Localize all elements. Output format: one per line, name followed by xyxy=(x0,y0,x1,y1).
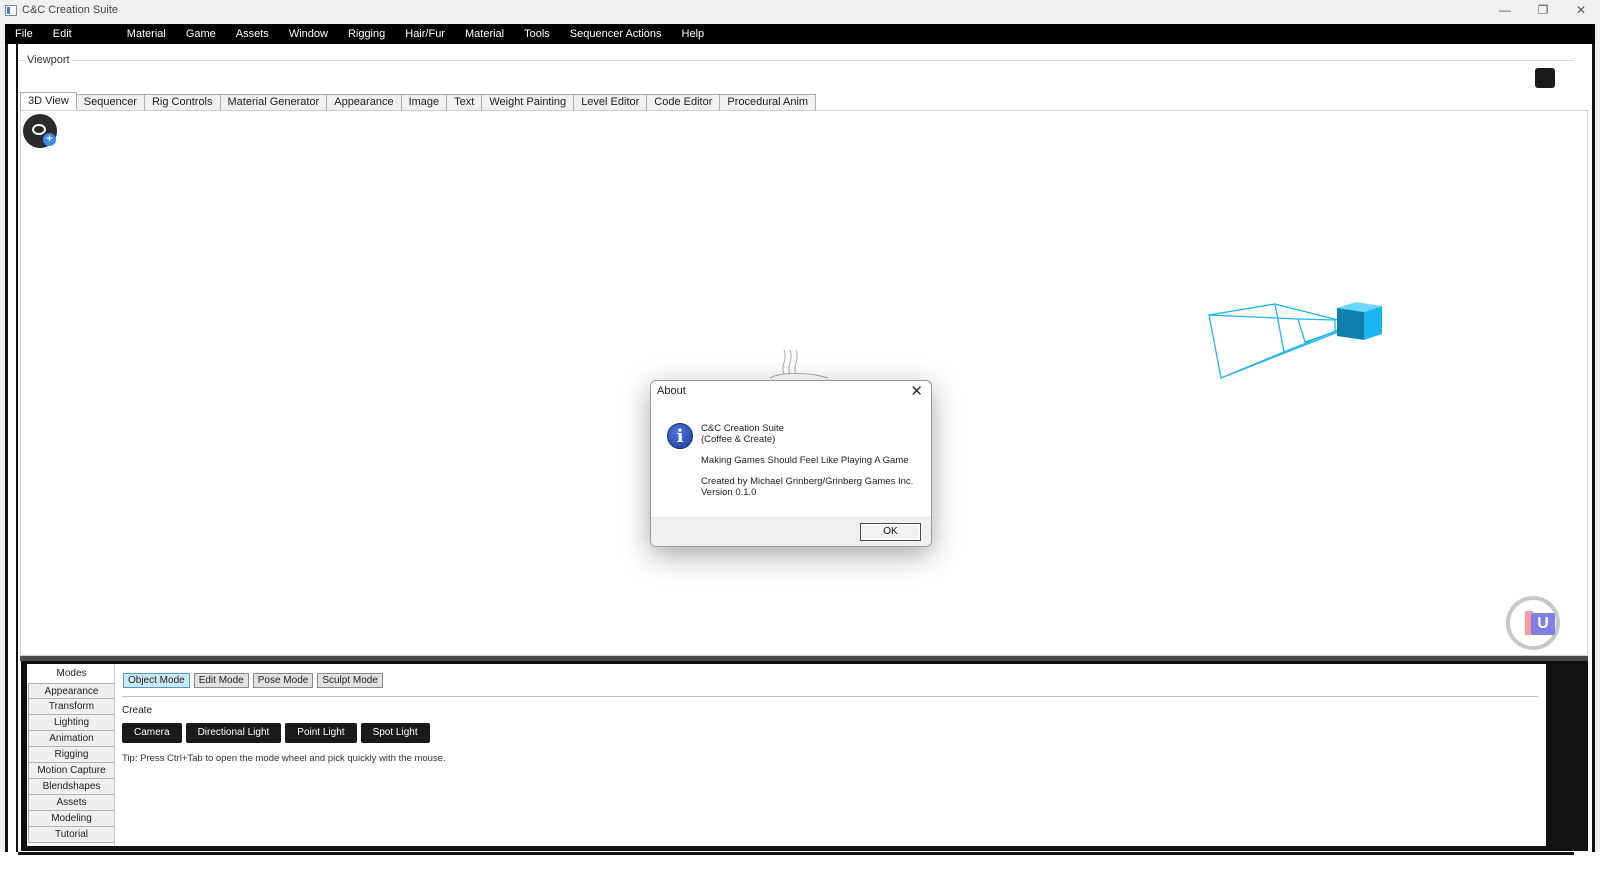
menu-game[interactable]: Game xyxy=(176,24,226,44)
viewport-tabs: 3D View Sequencer Rig Controls Material … xyxy=(20,92,817,111)
menu-hair-fur[interactable]: Hair/Fur xyxy=(395,24,455,44)
tab-sequencer[interactable]: Sequencer xyxy=(76,94,145,111)
dialog-subtitle: (Coffee & Create) xyxy=(701,434,776,445)
object-mode-button[interactable]: Object Mode xyxy=(123,673,190,688)
tab-rig-controls[interactable]: Rig Controls xyxy=(144,94,221,111)
viewport-label: Viewport xyxy=(25,54,72,66)
menu-help[interactable]: Help xyxy=(672,24,715,44)
side-tab-appearance[interactable]: Appearance xyxy=(28,683,115,699)
dialog-tagline: Making Games Should Feel Like Playing A … xyxy=(701,455,909,466)
dialog-close-icon[interactable]: ✕ xyxy=(910,382,923,400)
dialog-title: About xyxy=(657,385,686,397)
camera-icon xyxy=(32,124,46,135)
side-tab-lighting[interactable]: Lighting xyxy=(28,715,115,731)
create-spot-light-button[interactable]: Spot Light xyxy=(360,723,430,743)
dialog-credits: Created by Michael Grinberg/Grinberg Gam… xyxy=(701,476,914,487)
tip-text: Tip: Press Ctrl+Tab to open the mode whe… xyxy=(122,753,446,764)
side-tab-blendshapes[interactable]: Blendshapes xyxy=(28,779,115,795)
orientation-gizmo[interactable]: U xyxy=(1506,596,1560,650)
sculpt-mode-button[interactable]: Sculpt Mode xyxy=(317,673,383,688)
gizmo-up-face: U xyxy=(1531,613,1555,635)
side-tab-animation[interactable]: Animation xyxy=(28,731,115,747)
scene-camera-object[interactable] xyxy=(1200,290,1400,390)
bottom-border xyxy=(18,852,1574,855)
side-tab-motion-capture[interactable]: Motion Capture xyxy=(28,763,115,779)
maximize-button[interactable]: ❐ xyxy=(1524,0,1562,20)
menu-material[interactable]: Material xyxy=(117,24,176,44)
title-bar: C&C Creation Suite — ❐ ✕ xyxy=(0,0,1600,20)
dialog-version: Version 0.1.0 xyxy=(701,487,757,498)
tab-text[interactable]: Text xyxy=(447,94,483,111)
tab-material-generator[interactable]: Material Generator xyxy=(220,94,328,111)
viewport-group-border xyxy=(18,60,1574,61)
panel-toggle-button[interactable] xyxy=(1535,68,1555,88)
side-tabs-separator xyxy=(114,664,115,846)
pose-mode-button[interactable]: Pose Mode xyxy=(252,673,314,688)
menu-rigging[interactable]: Rigging xyxy=(338,24,395,44)
side-tab-assets[interactable]: Assets xyxy=(28,795,115,811)
side-tabs: Modes Appearance Transform Lighting Anim… xyxy=(28,666,115,843)
tab-level-editor[interactable]: Level Editor xyxy=(574,94,648,111)
create-buttons: Camera Directional Light Point Light Spo… xyxy=(122,723,430,743)
create-label: Create xyxy=(122,705,153,716)
tab-weight-painting[interactable]: Weight Painting xyxy=(482,94,575,111)
camera-body-cube xyxy=(1337,302,1382,340)
window-controls: — ❐ ✕ xyxy=(1486,0,1600,20)
about-dialog: About ✕ i C&C Creation Suite (Coffee & C… xyxy=(650,380,932,547)
side-tab-rigging[interactable]: Rigging xyxy=(28,747,115,763)
tab-code-editor[interactable]: Code Editor xyxy=(647,94,721,111)
dialog-app-name: C&C Creation Suite xyxy=(701,423,784,434)
menu-assets[interactable]: Assets xyxy=(226,24,279,44)
edit-mode-button[interactable]: Edit Mode xyxy=(193,673,249,688)
menu-bar: File Edit Material Game Assets Window Ri… xyxy=(5,24,1595,44)
side-tab-tutorial[interactable]: Tutorial xyxy=(28,827,115,843)
minimize-button[interactable]: — xyxy=(1486,0,1524,20)
dialog-body: i C&C Creation Suite (Coffee & Create) M… xyxy=(651,405,931,517)
ok-button[interactable]: OK xyxy=(860,523,921,541)
create-point-light-button[interactable]: Point Light xyxy=(285,723,357,743)
side-tab-modeling[interactable]: Modeling xyxy=(28,811,115,827)
window-title: C&C Creation Suite xyxy=(22,4,118,16)
menu-edit[interactable]: Edit xyxy=(43,24,82,44)
add-camera-button[interactable]: + xyxy=(23,114,57,148)
create-camera-button[interactable]: Camera xyxy=(122,723,182,743)
tab-image[interactable]: Image xyxy=(401,94,448,111)
plus-icon: + xyxy=(43,133,56,146)
side-tab-transform[interactable]: Transform xyxy=(28,699,115,715)
dialog-footer: OK xyxy=(651,517,931,546)
tab-procedural-anim[interactable]: Procedural Anim xyxy=(720,94,817,111)
tab-appearance[interactable]: Appearance xyxy=(327,94,402,111)
information-icon: i xyxy=(667,423,693,449)
modes-divider xyxy=(122,696,1538,697)
create-directional-light-button[interactable]: Directional Light xyxy=(185,723,282,743)
menu-tools[interactable]: Tools xyxy=(514,24,560,44)
close-button[interactable]: ✕ xyxy=(1562,0,1600,20)
bottom-edge xyxy=(0,852,1600,876)
menu-material-2[interactable]: Material xyxy=(455,24,514,44)
tab-3d-view[interactable]: 3D View xyxy=(20,92,77,111)
menu-sequencer-actions[interactable]: Sequencer Actions xyxy=(560,24,672,44)
mode-buttons: Object Mode Edit Mode Pose Mode Sculpt M… xyxy=(123,673,383,688)
side-tab-modes[interactable]: Modes xyxy=(28,666,115,683)
app-icon xyxy=(5,4,17,16)
menu-window[interactable]: Window xyxy=(279,24,338,44)
menu-file[interactable]: File xyxy=(5,24,43,44)
